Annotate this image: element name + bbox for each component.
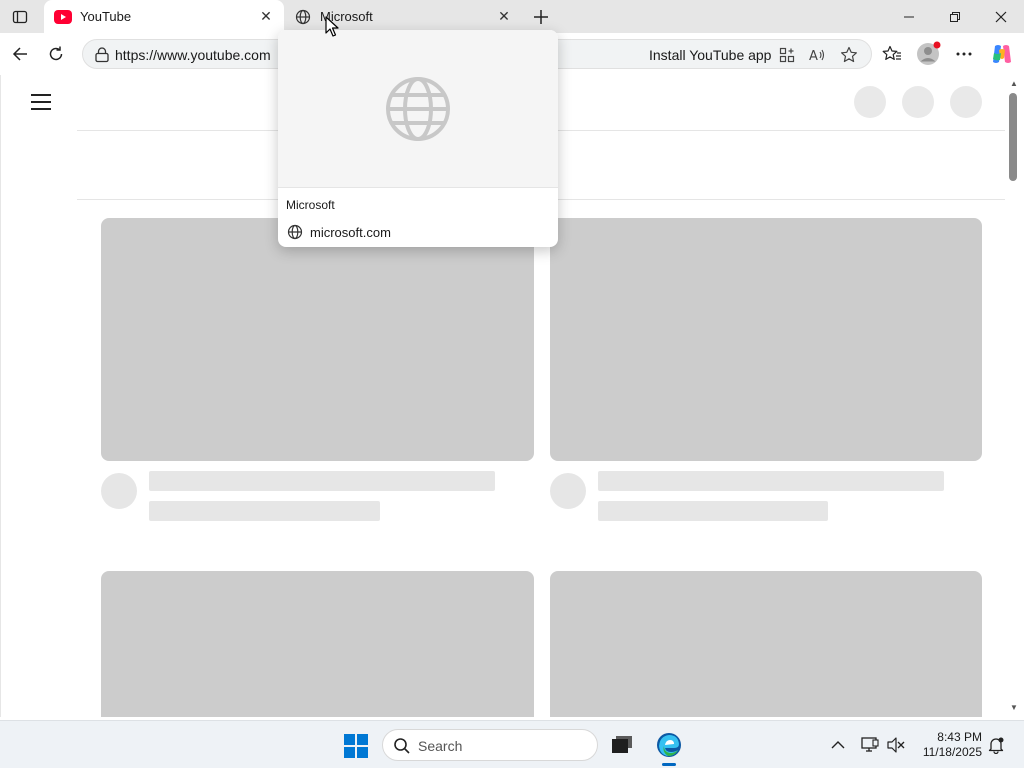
- windows-logo-icon: [344, 734, 368, 758]
- meta-placeholder: [598, 501, 828, 521]
- clock-date: 11/18/2025: [922, 745, 982, 759]
- hover-card-domain-row: microsoft.com: [286, 223, 391, 241]
- refresh-button[interactable]: [42, 40, 70, 68]
- start-button[interactable]: [341, 731, 371, 761]
- show-hidden-icons-chevron-icon[interactable]: [828, 735, 848, 755]
- back-arrow-icon: [12, 47, 27, 61]
- back-button[interactable]: [6, 40, 34, 68]
- notification-bell-icon[interactable]: [986, 735, 1006, 755]
- close-icon[interactable]: ✕: [496, 8, 512, 25]
- url-text[interactable]: https://www.youtube.com: [115, 47, 271, 63]
- tab-youtube[interactable]: YouTube ✕: [44, 0, 284, 33]
- close-window-button[interactable]: [978, 0, 1024, 33]
- avatar-icon: [917, 41, 941, 65]
- search-placeholder: Search: [418, 738, 463, 754]
- settings-more-button[interactable]: [950, 40, 978, 68]
- active-app-indicator: [662, 763, 676, 766]
- mouse-cursor-icon: [325, 16, 339, 37]
- favorites-icon: [882, 45, 901, 60]
- windows-taskbar: Search 8:43 PM 11/18/2025: [0, 720, 1024, 768]
- header-placeholder-circle: [950, 86, 982, 118]
- copilot-icon: [993, 45, 1011, 63]
- channel-avatar-placeholder: [101, 473, 137, 509]
- display-icon[interactable]: [860, 735, 880, 755]
- edge-icon: [657, 733, 681, 757]
- new-tab-button[interactable]: [528, 4, 554, 30]
- tab-actions-icon: [12, 10, 28, 24]
- plus-icon: [534, 10, 548, 24]
- meta-placeholder: [149, 501, 380, 521]
- refresh-icon: [49, 46, 63, 61]
- globe-icon: [386, 77, 450, 141]
- restore-button[interactable]: [932, 0, 978, 33]
- favorites-button[interactable]: [878, 40, 906, 68]
- tab-title: YouTube: [80, 9, 132, 24]
- scroll-up-arrow-icon[interactable]: ▲: [1008, 78, 1020, 88]
- tab-hover-card: Microsoft microsoft.com: [278, 30, 558, 247]
- scrollbar-thumb[interactable]: [1009, 93, 1017, 181]
- close-icon[interactable]: ✕: [258, 8, 274, 25]
- restore-icon: [950, 11, 960, 22]
- app-available-icon[interactable]: [777, 45, 797, 65]
- task-view-icon: [612, 736, 632, 753]
- taskbar-search-box[interactable]: Search: [382, 729, 598, 761]
- task-view-button[interactable]: [606, 729, 638, 761]
- title-placeholder: [149, 471, 495, 491]
- volume-muted-icon[interactable]: [886, 735, 906, 755]
- install-app-button[interactable]: Install YouTube app: [649, 47, 771, 63]
- channel-avatar-placeholder: [550, 473, 586, 509]
- copilot-button[interactable]: [988, 40, 1016, 68]
- hamburger-menu-icon[interactable]: [31, 94, 51, 110]
- page-scrollbar[interactable]: ▲ ▼: [1005, 75, 1024, 717]
- edge-taskbar-button[interactable]: [653, 729, 685, 761]
- search-icon: [394, 738, 410, 754]
- minimize-icon: [904, 16, 914, 17]
- youtube-icon: [54, 8, 72, 26]
- more-icon: [956, 52, 972, 56]
- tab-preview: [278, 30, 558, 188]
- scroll-down-arrow-icon[interactable]: ▼: [1008, 702, 1020, 712]
- video-thumbnail-placeholder: [101, 218, 534, 461]
- tab-actions-button[interactable]: [6, 4, 34, 30]
- video-thumbnail-placeholder: [550, 218, 982, 461]
- tab-strip: YouTube ✕ Microsoft ✕: [0, 0, 1024, 33]
- tab-title: Microsoft: [320, 9, 373, 24]
- tab-microsoft[interactable]: Microsoft ✕: [284, 0, 522, 33]
- read-aloud-icon[interactable]: A: [807, 45, 827, 65]
- header-placeholder-circle: [854, 86, 886, 118]
- clock-time: 8:43 PM: [937, 730, 982, 744]
- header-placeholder-circle: [902, 86, 934, 118]
- minimize-button[interactable]: [886, 0, 932, 33]
- svg-text:A: A: [809, 49, 818, 63]
- title-placeholder: [598, 471, 944, 491]
- hover-card-title: Microsoft: [286, 198, 335, 212]
- video-thumbnail-placeholder: [101, 571, 534, 717]
- globe-icon: [286, 223, 304, 241]
- favorite-star-icon[interactable]: [839, 45, 859, 65]
- site-info-icon[interactable]: [93, 46, 111, 64]
- taskbar-clock[interactable]: 8:43 PM 11/18/2025: [914, 730, 982, 760]
- profile-button[interactable]: [914, 40, 942, 68]
- video-thumbnail-placeholder: [550, 571, 982, 717]
- close-icon: [995, 11, 1007, 22]
- globe-icon: [294, 8, 312, 26]
- hover-card-domain: microsoft.com: [310, 224, 391, 240]
